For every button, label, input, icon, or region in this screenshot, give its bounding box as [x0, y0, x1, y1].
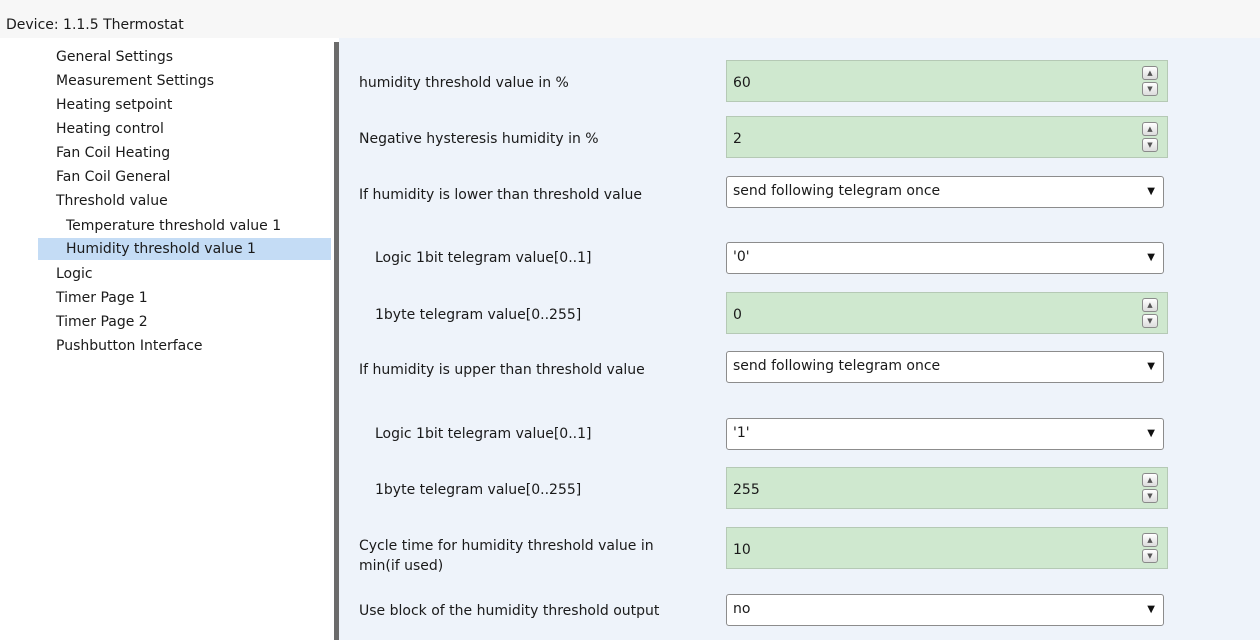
spin-down-icon[interactable]: ▼	[1142, 489, 1158, 503]
lower-1bit-selected: '0'	[733, 249, 750, 265]
sidebar-item-threshold-value[interactable]: Threshold value	[56, 190, 168, 212]
sidebar-item-fan-coil-heating[interactable]: Fan Coil Heating	[56, 142, 170, 164]
sidebar-item-timer-page-1[interactable]: Timer Page 1	[56, 287, 148, 309]
spin-down-icon[interactable]: ▼	[1142, 314, 1158, 328]
humidity-threshold-spinbox[interactable]: 60 ▲ ▼	[726, 60, 1168, 102]
sidebar-item-general-settings[interactable]: General Settings	[56, 46, 173, 68]
param-label-use-block: Use block of the humidity threshold outp…	[359, 603, 660, 619]
param-label-if-upper: If humidity is upper than threshold valu…	[359, 362, 645, 378]
chevron-down-icon: ▼	[1147, 428, 1155, 439]
sidebar-item-fan-coil-general[interactable]: Fan Coil General	[56, 166, 170, 188]
chevron-down-icon: ▼	[1147, 361, 1155, 372]
param-label-lower-1byte: 1byte telegram value[0..255]	[375, 307, 582, 323]
upper-1byte-spinbox[interactable]: 255 ▲ ▼	[726, 467, 1168, 509]
lower-1byte-spinbox[interactable]: 0 ▲ ▼	[726, 292, 1168, 334]
cycle-time-value: 10	[733, 542, 751, 558]
sidebar-item-measurement-settings[interactable]: Measurement Settings	[56, 70, 214, 92]
sidebar-item-heating-control[interactable]: Heating control	[56, 118, 164, 140]
param-label-if-lower: If humidity is lower than threshold valu…	[359, 187, 643, 203]
sidebar-item-temperature-threshold-1[interactable]: Temperature threshold value 1	[66, 215, 281, 237]
spin-down-icon[interactable]: ▼	[1142, 549, 1158, 563]
sidebar: General Settings Measurement Settings He…	[0, 38, 334, 640]
if-upper-dropdown[interactable]: send following telegram once ▼	[726, 351, 1164, 383]
param-label-lower-1bit: Logic 1bit telegram value[0..1]	[375, 250, 592, 266]
param-label-neg-hysteresis: Negative hysteresis humidity in %	[359, 131, 599, 147]
spin-up-icon[interactable]: ▲	[1142, 122, 1158, 136]
spin-up-icon[interactable]: ▲	[1142, 66, 1158, 80]
neg-hysteresis-value: 2	[733, 131, 742, 147]
spin-down-icon[interactable]: ▼	[1142, 82, 1158, 96]
sidebar-item-timer-page-2[interactable]: Timer Page 2	[56, 311, 148, 333]
spin-up-icon[interactable]: ▲	[1142, 533, 1158, 547]
upper-1byte-value: 255	[733, 482, 760, 498]
chevron-down-icon: ▼	[1147, 252, 1155, 263]
param-label-cycle-time: Cycle time for humidity threshold value …	[359, 538, 654, 574]
humidity-threshold-value: 60	[733, 75, 751, 91]
spin-up-icon[interactable]: ▲	[1142, 473, 1158, 487]
if-lower-selected: send following telegram once	[733, 183, 941, 199]
use-block-selected: no	[733, 601, 751, 617]
param-label-humidity-threshold: humidity threshold value in %	[359, 75, 569, 91]
chevron-down-icon: ▼	[1147, 186, 1155, 197]
param-label-upper-1bit: Logic 1bit telegram value[0..1]	[375, 426, 592, 442]
window-title: Device: 1.1.5 Thermostat	[6, 17, 184, 33]
lower-1byte-value: 0	[733, 307, 742, 323]
use-block-dropdown[interactable]: no ▼	[726, 594, 1164, 626]
upper-1bit-selected: '1'	[733, 425, 750, 441]
sidebar-item-humidity-threshold-1[interactable]: Humidity threshold value 1	[38, 238, 331, 260]
spin-up-icon[interactable]: ▲	[1142, 298, 1158, 312]
spin-down-icon[interactable]: ▼	[1142, 138, 1158, 152]
lower-1bit-dropdown[interactable]: '0' ▼	[726, 242, 1164, 274]
neg-hysteresis-spinbox[interactable]: 2 ▲ ▼	[726, 116, 1168, 158]
sidebar-item-heating-setpoint[interactable]: Heating setpoint	[56, 94, 172, 116]
if-lower-dropdown[interactable]: send following telegram once ▼	[726, 176, 1164, 208]
param-label-upper-1byte: 1byte telegram value[0..255]	[375, 482, 582, 498]
sidebar-item-logic[interactable]: Logic	[56, 263, 93, 285]
if-upper-selected: send following telegram once	[733, 358, 941, 374]
window-title-bar: Device: 1.1.5 Thermostat	[0, 0, 1260, 38]
upper-1bit-dropdown[interactable]: '1' ▼	[726, 418, 1164, 450]
chevron-down-icon: ▼	[1147, 604, 1155, 615]
sidebar-item-pushbutton-interface[interactable]: Pushbutton Interface	[56, 335, 203, 357]
cycle-time-spinbox[interactable]: 10 ▲ ▼	[726, 527, 1168, 569]
